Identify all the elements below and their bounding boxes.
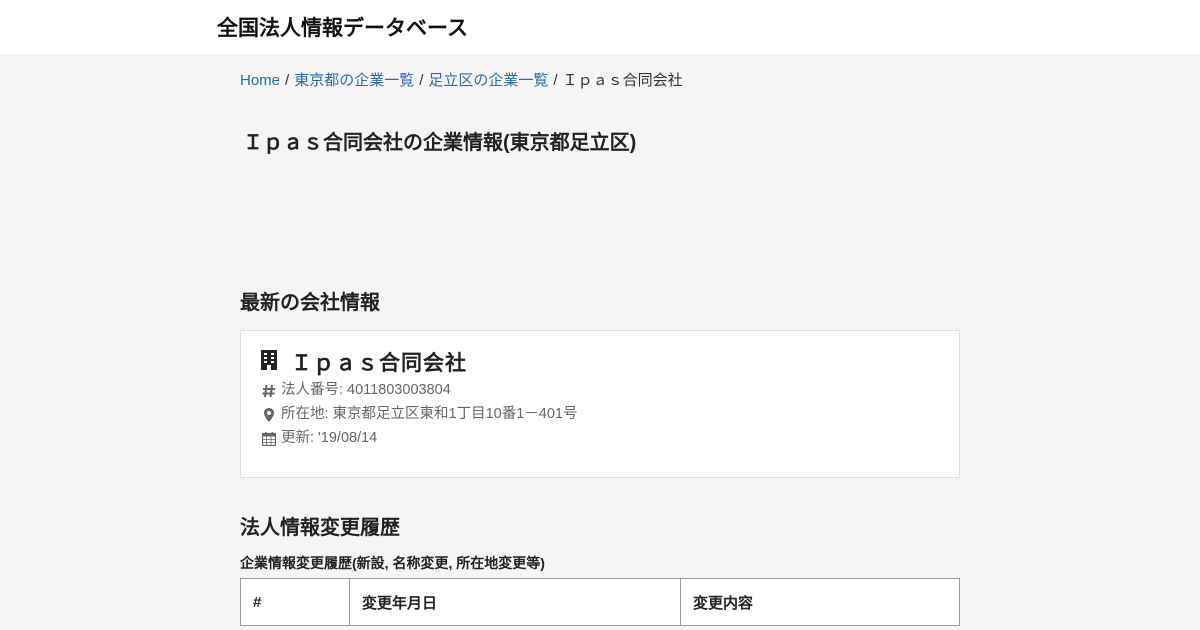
updated-row: 更新: '19/08/14 <box>261 428 939 449</box>
history-table: # 変更年月日 変更内容 <box>240 578 960 626</box>
updated-label: 更新: <box>281 430 315 446</box>
breadcrumb-separator: / <box>419 72 424 89</box>
history-section-title: 法人情報変更履歴 <box>240 517 400 539</box>
breadcrumb-home[interactable]: Home <box>240 72 280 89</box>
map-marker-icon <box>261 407 277 422</box>
corp-number-row: 法人番号: 4011803003804 <box>261 380 939 401</box>
breadcrumb: Home / 東京都の企業一覧 / 足立区の企業一覧 / Ｉｐａｓ合同会社 <box>240 71 960 91</box>
hashtag-icon <box>261 384 277 398</box>
corp-number-label: 法人番号: <box>281 382 344 398</box>
address-value: 東京都足立区東和1丁目10番1－401号 <box>332 406 578 422</box>
main-content: Home / 東京都の企業一覧 / 足立区の企業一覧 / Ｉｐａｓ合同会社 Ｉｐａｓ合同会社… <box>240 71 960 626</box>
breadcrumb-separator: / <box>553 72 558 89</box>
calendar-icon <box>261 431 277 446</box>
address-row: 所在地: 東京都足立区東和1丁目10番1－401号 <box>261 404 939 425</box>
address-label: 所在地: <box>281 406 329 422</box>
company-card: Ｉｐａｓ合同会社 法人番号: 4011803003804 所在地: 東京都足立区… <box>240 330 960 478</box>
corp-number-value: 4011803003804 <box>347 382 451 398</box>
updated-value: '19/08/14 <box>318 430 378 446</box>
breadcrumb-tokyo[interactable]: 東京都の企業一覧 <box>294 72 414 89</box>
breadcrumb-current: Ｉｐａｓ合同会社 <box>562 72 683 89</box>
building-icon <box>261 350 277 377</box>
ad-space <box>240 155 960 291</box>
latest-section-title: 最新の会社情報 <box>240 292 380 314</box>
site-title-link[interactable]: 全国法人情報データベース <box>217 12 468 42</box>
company-name: Ｉｐａｓ合同会社 <box>291 351 467 375</box>
page-title: Ｉｐａｓ合同会社の企業情報(東京都足立区) <box>243 132 637 154</box>
company-name-row: Ｉｐａｓ合同会社 <box>261 350 939 377</box>
breadcrumb-adachi[interactable]: 足立区の企業一覧 <box>428 72 548 89</box>
table-header-row: # 変更年月日 変更内容 <box>240 578 960 626</box>
breadcrumb-separator: / <box>285 72 290 89</box>
column-header-date: 変更年月日 <box>349 578 681 626</box>
history-subtitle: 企業情報変更履歴(新設, 名称変更, 所在地変更等) <box>240 555 545 571</box>
column-header-content: 変更内容 <box>680 578 960 626</box>
site-header: 全国法人情報データベース <box>0 0 1200 54</box>
column-header-number: # <box>240 578 350 626</box>
